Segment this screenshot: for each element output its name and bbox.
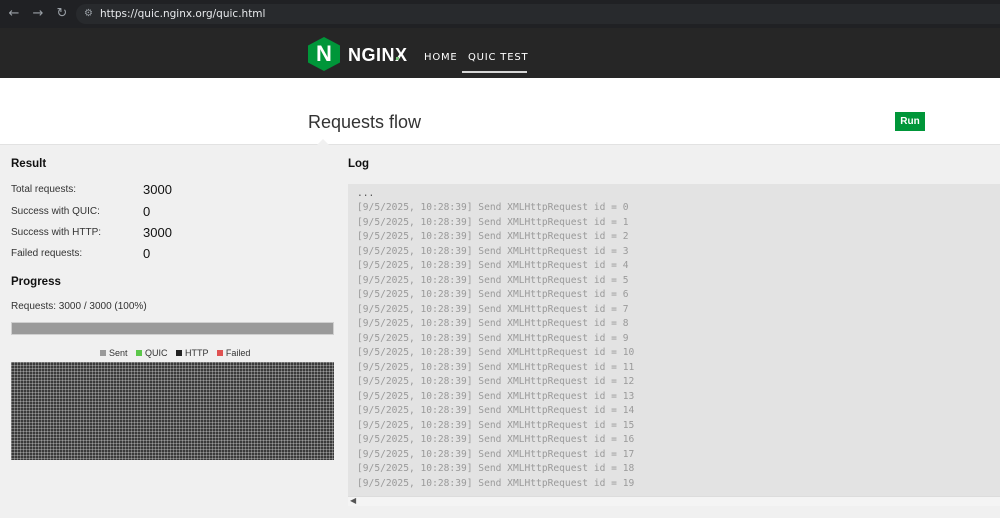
nav-active-indicator — [462, 71, 527, 73]
log-line: [9/5/2025, 10:28:39] Send XMLHttpRequest… — [357, 216, 629, 228]
result-label-quic: Success with QUIC: — [11, 206, 100, 217]
log-heading: Log — [348, 158, 370, 170]
legend-label-http: HTTP — [185, 348, 209, 358]
result-heading: Result — [11, 158, 47, 170]
legend-swatch-sent — [100, 350, 106, 356]
progress-text: Requests: 3000 / 3000 (100%) — [11, 301, 147, 312]
log-line: [9/5/2025, 10:28:39] Send XMLHttpRequest… — [357, 274, 629, 286]
legend-swatch-http — [176, 350, 183, 356]
legend-swatch-failed — [216, 350, 223, 356]
legend-swatch-quic — [136, 350, 143, 356]
progress-fill — [12, 323, 333, 334]
progress-legend: Sent QUIC HTTP Failed — [100, 347, 250, 359]
result-value-http: 3000 — [143, 225, 172, 240]
result-label-http: Success with HTTP: — [11, 227, 102, 238]
log-line: [9/5/2025, 10:28:39] Send XMLHttpRequest… — [357, 463, 635, 474]
arrow-right-icon[interactable]: → — [30, 6, 46, 22]
log-line: [9/5/2025, 10:28:39] Send XMLHttpRequest… — [357, 245, 629, 257]
run-button[interactable]: Run — [895, 112, 925, 131]
requests-grid — [11, 362, 334, 460]
log-line: [9/5/2025, 10:28:39] Send XMLHttpRequest… — [357, 303, 629, 315]
caret-pointer — [317, 139, 329, 145]
legend-label-quic: QUIC — [145, 348, 168, 358]
log-line: [9/5/2025, 10:28:39] Send XMLHttpRequest… — [357, 361, 635, 373]
log-line: [9/5/2025, 10:28:39] Send XMLHttpRequest… — [357, 260, 629, 271]
arrow-left-icon[interactable]: ← — [6, 6, 22, 22]
browser-toolbar: ← → ↻ ⚙ https://quic.nginx.org/quic.html — [0, 0, 1000, 28]
legend-label-sent: Sent — [109, 348, 128, 358]
url-text[interactable]: https://quic.nginx.org/quic.html — [100, 7, 265, 21]
log-horizontal-scrollbar[interactable]: ◀ — [348, 496, 1000, 506]
result-value-quic: 0 — [143, 204, 151, 219]
result-value-total: 3000 — [143, 182, 172, 197]
log-line: [9/5/2025, 10:28:39] Send XMLHttpRequest… — [357, 448, 635, 460]
log-line: [9/5/2025, 10:28:39] Send XMLHttpRequest… — [357, 347, 635, 358]
log-line: [9/5/2025, 10:28:39] Send XMLHttpRequest… — [357, 434, 635, 445]
log-line: [9/5/2025, 10:28:39] Send XMLHttpRequest… — [357, 390, 635, 402]
log-ellipsis: ... — [357, 188, 375, 199]
log-line: [9/5/2025, 10:28:39] Send XMLHttpRequest… — [357, 376, 635, 387]
result-value-failed: 0 — [143, 246, 151, 261]
log-line: [9/5/2025, 10:28:39] Send XMLHttpRequest… — [357, 332, 629, 344]
scroll-left-icon[interactable]: ◀ — [350, 496, 356, 506]
log-line: [9/5/2025, 10:28:39] Send XMLHttpRequest… — [357, 318, 629, 329]
log-line: [9/5/2025, 10:28:39] Send XMLHttpRequest… — [357, 289, 629, 300]
logo-text[interactable]: NGINX — [348, 44, 408, 66]
result-label-total: Total requests: — [11, 184, 77, 195]
result-label-failed: Failed requests: — [11, 248, 83, 259]
site-settings-icon[interactable]: ⚙ — [84, 7, 96, 21]
nav-quic-test[interactable]: QUIC TEST — [468, 52, 528, 64]
log-line: [9/5/2025, 10:28:39] Send XMLHttpRequest… — [357, 231, 629, 242]
legend-label-failed: Failed — [225, 348, 251, 358]
log-line: [9/5/2025, 10:28:39] Send XMLHttpRequest… — [357, 405, 635, 416]
logo-dot — [396, 57, 399, 60]
log-line: [9/5/2025, 10:28:39] Send XMLHttpRequest… — [357, 477, 635, 489]
nav-home[interactable]: HOME — [424, 52, 458, 64]
progress-heading: Progress — [11, 276, 61, 288]
log-line: [9/5/2025, 10:28:39] Send XMLHttpRequest… — [357, 202, 629, 213]
page-title: Requests flow — [308, 112, 422, 132]
progress-bar — [11, 322, 334, 335]
reload-icon[interactable]: ↻ — [54, 6, 70, 22]
log-output[interactable]: ... [9/5/2025, 10:28:39] Send XMLHttpReq… — [348, 184, 1000, 496]
log-line: [9/5/2025, 10:28:39] Send XMLHttpRequest… — [357, 419, 635, 431]
